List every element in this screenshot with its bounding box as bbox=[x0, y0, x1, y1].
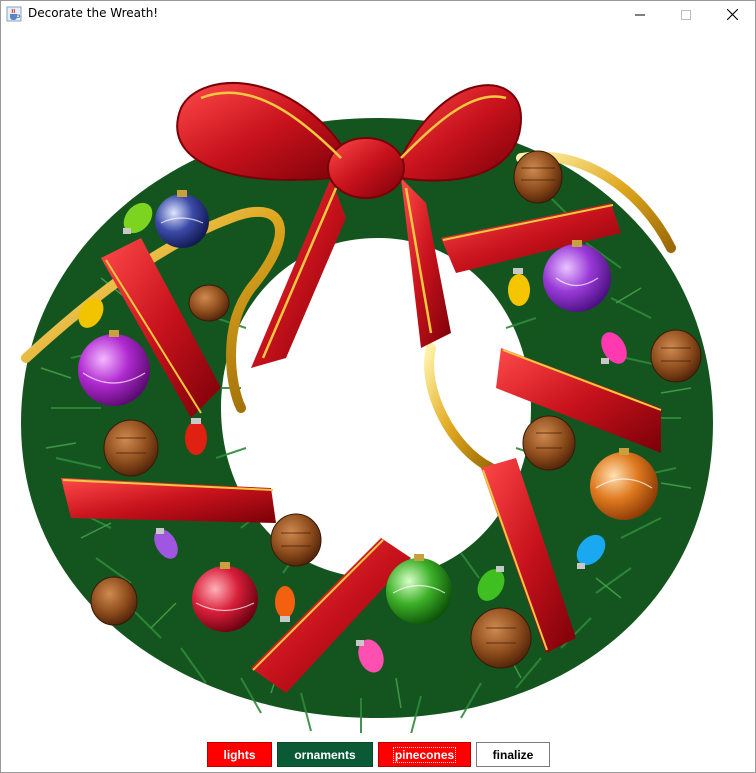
finalize-button[interactable]: finalize bbox=[476, 742, 550, 767]
pinecones-label: pinecones bbox=[392, 746, 457, 763]
maximize-button[interactable] bbox=[663, 1, 709, 28]
canvas-area: lights ornaments pinecones finalize bbox=[1, 28, 755, 772]
button-bar: lights ornaments pinecones finalize bbox=[1, 742, 755, 768]
close-icon bbox=[726, 9, 738, 20]
minimize-button[interactable] bbox=[617, 1, 663, 28]
pinecones-button[interactable]: pinecones bbox=[378, 742, 471, 767]
ornaments-button[interactable]: ornaments bbox=[277, 742, 373, 767]
app-window: Decorate the Wreath! lights ornaments pi… bbox=[0, 0, 756, 773]
java-cup-icon[interactable] bbox=[6, 6, 22, 22]
finalize-label: finalize bbox=[492, 747, 534, 762]
minimize-icon bbox=[635, 14, 645, 15]
ornaments-label: ornaments bbox=[294, 747, 356, 762]
close-button[interactable] bbox=[709, 1, 755, 28]
lights-button[interactable]: lights bbox=[207, 742, 272, 767]
maximize-icon bbox=[681, 9, 691, 20]
lights-label: lights bbox=[223, 747, 256, 762]
wreath-image bbox=[21, 82, 713, 733]
window-title: Decorate the Wreath! bbox=[28, 6, 159, 20]
title-bar[interactable]: Decorate the Wreath! bbox=[1, 1, 755, 28]
